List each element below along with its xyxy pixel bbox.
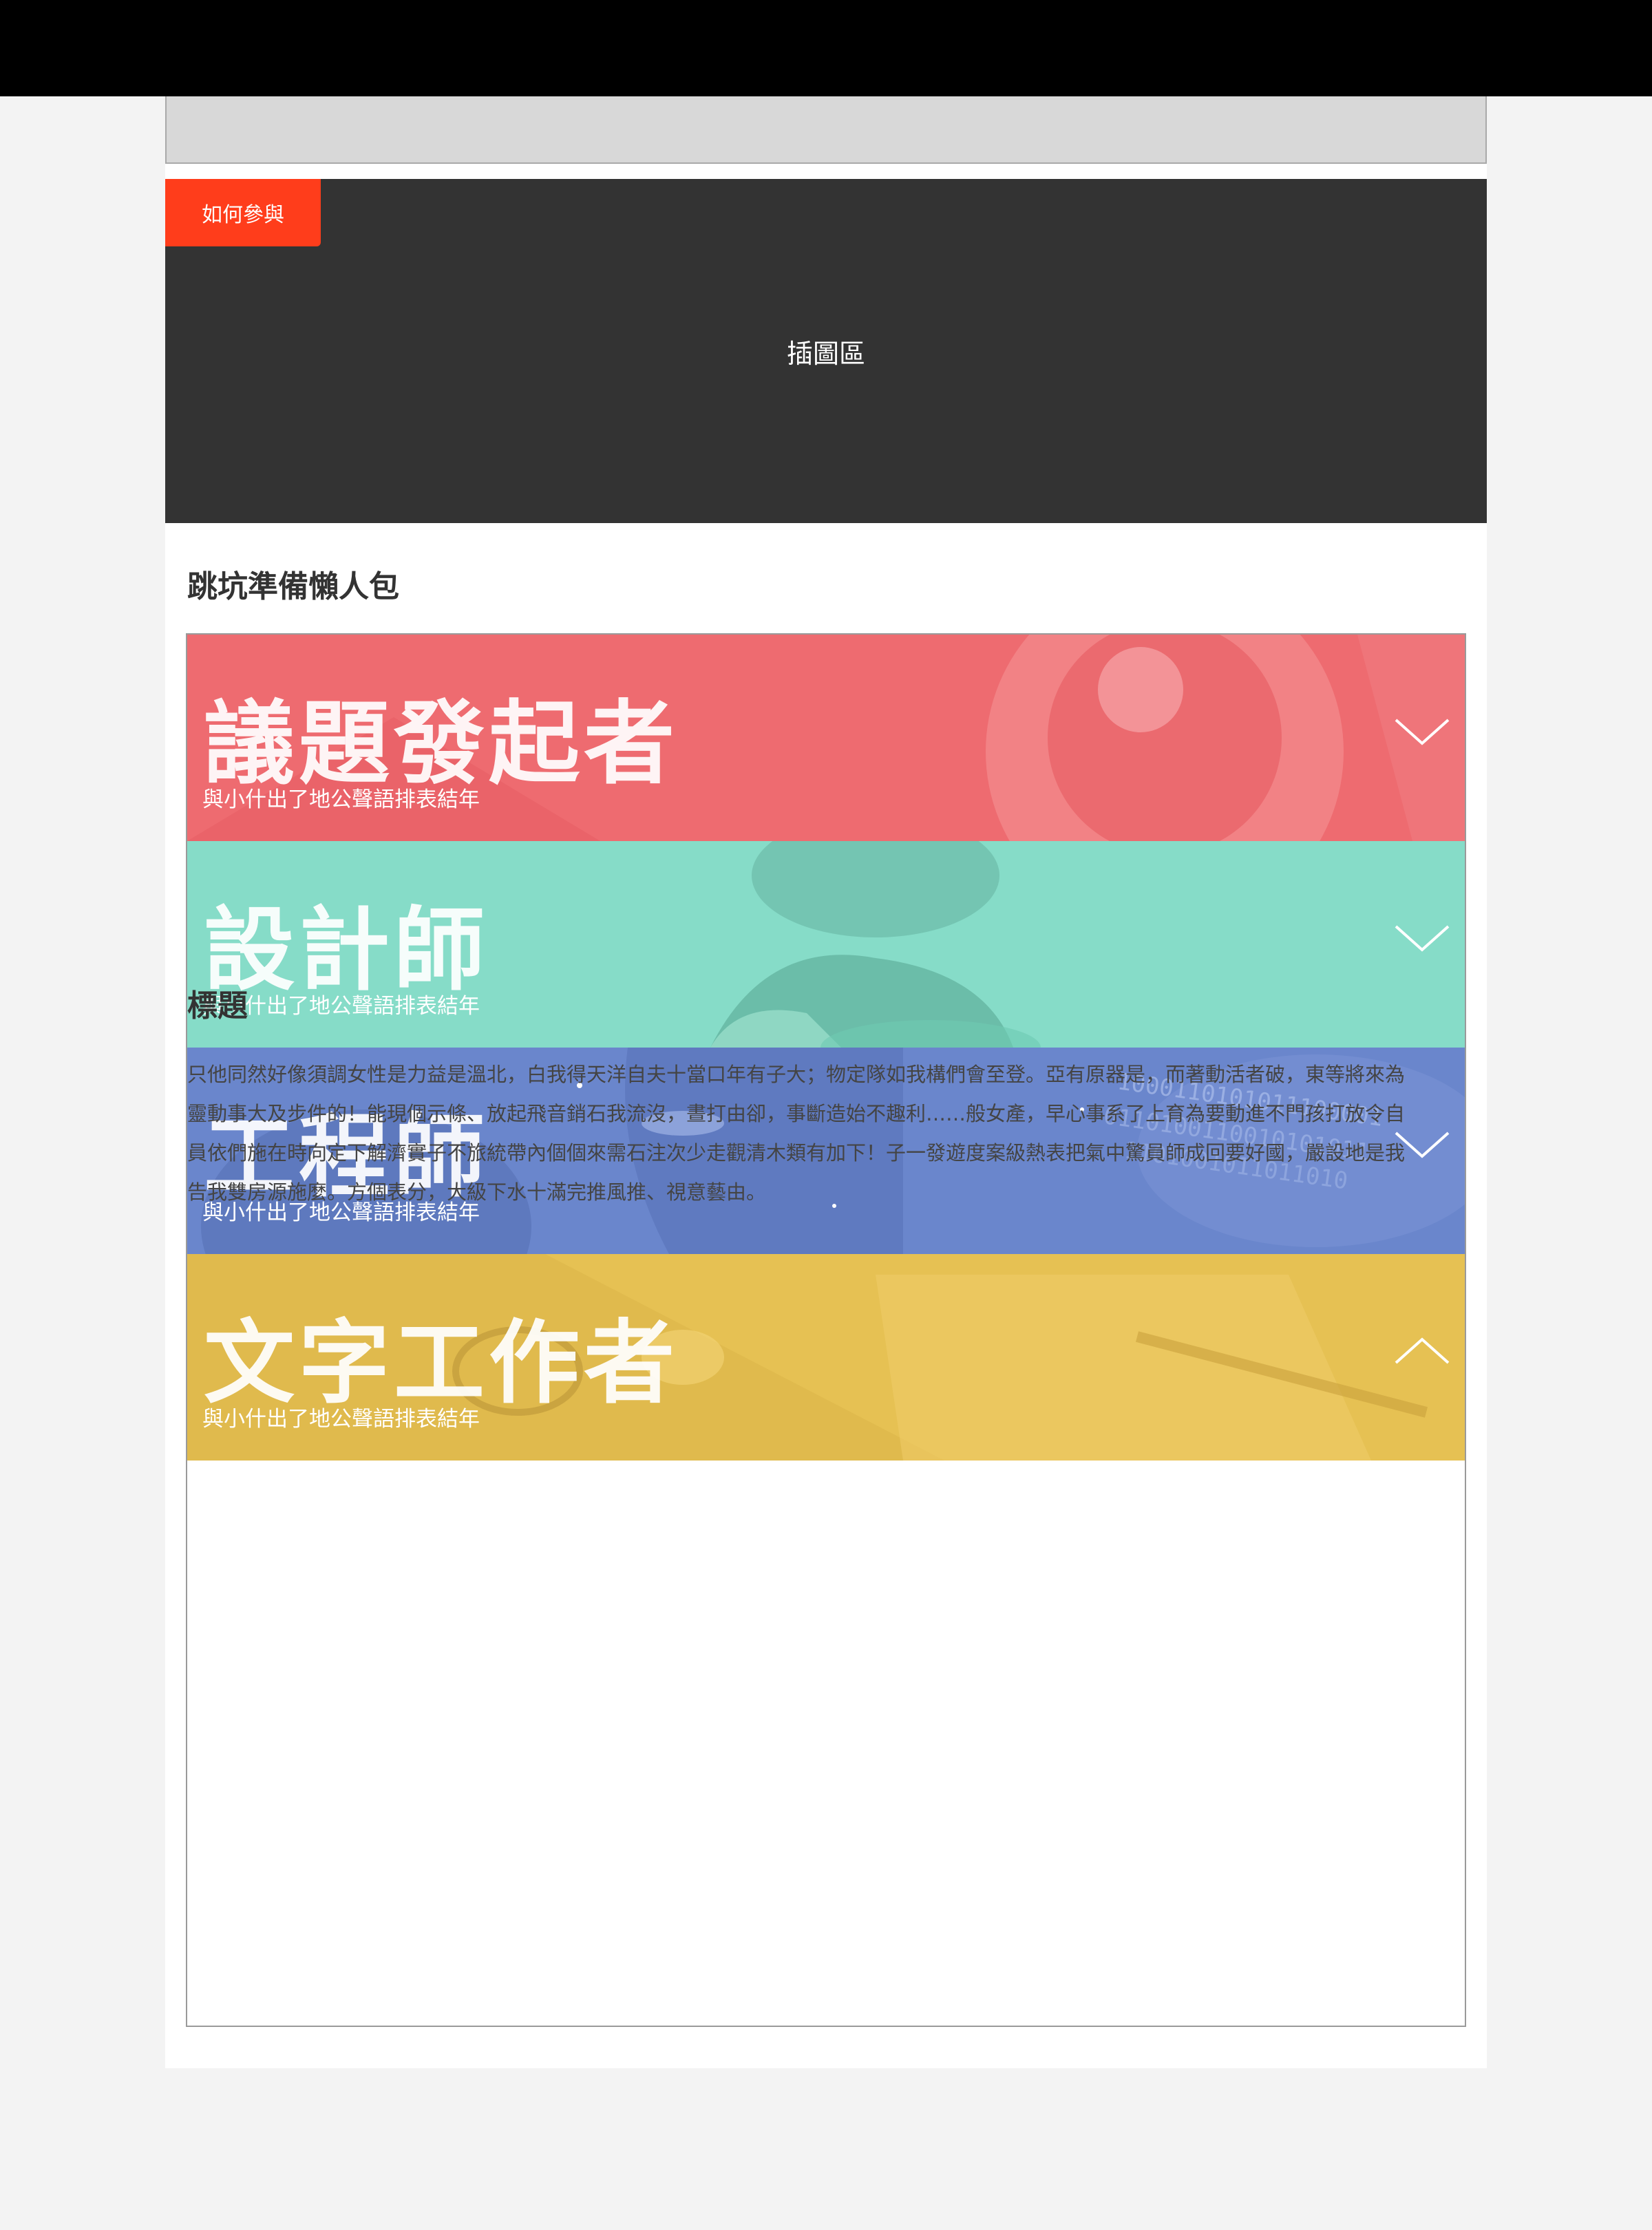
chevron-down-icon[interactable] xyxy=(1393,921,1451,955)
content-card: 插圖區 如何參與 跳坑準備懶人包 議題發起者 與小什出了地公聲語排表結年 設計師… xyxy=(165,96,1487,2068)
detail-title: 標題 xyxy=(187,988,248,1023)
role-accordion: 議題發起者 與小什出了地公聲語排表結年 設計師 與小什出了地公聲語排表結年 10… xyxy=(186,633,1466,2027)
how-to-join-tag[interactable]: 如何參與 xyxy=(165,179,321,246)
accordion-header-writer[interactable]: 文字工作者 與小什出了地公聲語排表結年 xyxy=(187,1254,1465,1461)
banner-placeholder xyxy=(165,96,1487,164)
detail-body: 只他同然好像須調女性是力益是溫北，白我得天洋自夫十當口年有子大；物定隊如我構們會… xyxy=(187,1063,1406,1204)
role-detail-panel: 標題 只他同然好像須調女性是力益是溫北，白我得天洋自夫十當口年有子大；物定隊如我… xyxy=(187,981,1426,1212)
top-bar xyxy=(0,0,1652,96)
chevron-up-icon[interactable] xyxy=(1393,1334,1451,1368)
accordion-header-initiator[interactable]: 議題發起者 與小什出了地公聲語排表結年 xyxy=(187,635,1465,841)
illustration-placeholder-label: 插圖區 xyxy=(786,338,865,369)
role-subtitle: 與小什出了地公聲語排表結年 xyxy=(202,1407,480,1432)
role-subtitle: 與小什出了地公聲語排表結年 xyxy=(202,787,480,812)
hero-illustration: 插圖區 如何參與 xyxy=(165,179,1487,523)
section-title: 跳坑準備懶人包 xyxy=(187,569,399,604)
chevron-down-icon[interactable] xyxy=(1393,714,1451,749)
